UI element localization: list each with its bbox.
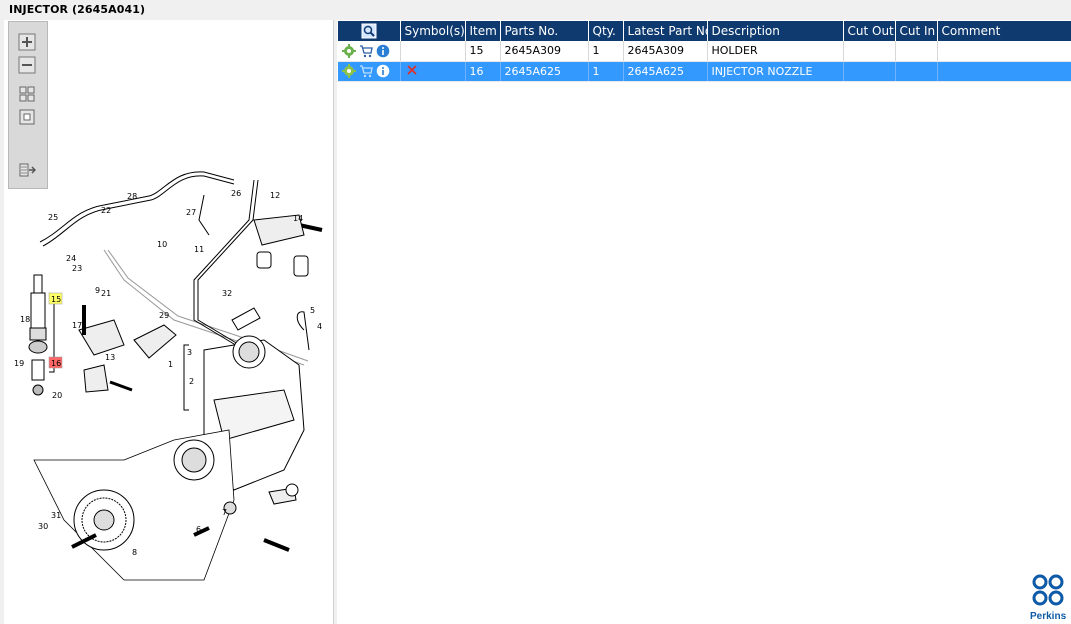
callout-25: 25 [48,213,58,222]
row-description: HOLDER [707,41,844,62]
row-part-no: 2645A309 [500,41,589,62]
callout-10: 10 [157,240,167,249]
plus-icon [18,33,36,51]
row-part-no: 2645A625 [500,61,589,82]
gear-icon[interactable] [342,43,356,58]
callout-26: 26 [231,189,241,198]
grid-icon [19,86,35,102]
callout-5: 5 [310,306,315,315]
row-comment [937,61,1071,82]
column-header-symbols[interactable]: Symbol(s) [400,21,466,41]
row-cut-in [895,61,938,82]
column-header-description[interactable]: Description [707,21,844,41]
callout-22: 22 [101,206,111,215]
row-cut-in [895,41,938,62]
callout-15: 15 [51,295,61,304]
row-cut-out [843,41,896,62]
column-header-latest-part-no[interactable]: Latest Part No. [623,21,708,41]
callout-32: 32 [222,289,232,298]
title-bar: INJECTOR (2645A041) [0,0,1071,20]
callout-2: 2 [189,377,194,386]
callout-7: 7 [222,508,227,517]
zoom-in-button[interactable] [16,32,38,52]
callout-11: 11 [194,245,204,254]
row-symbols [400,41,466,62]
column-header-cut-out[interactable]: Cut Out [843,21,896,41]
table-header-row: Symbol(s) Item Parts No. Qty. Latest Par… [338,21,1071,41]
cart-icon[interactable] [359,64,373,78]
row-qty: 1 [588,61,624,82]
row-symbols [400,61,466,82]
row-latest-part-no: 2645A625 [623,61,708,82]
info-icon[interactable] [376,64,390,78]
gear-icon[interactable] [342,64,356,78]
export-icon [19,163,36,177]
callout-4: 4 [317,322,322,331]
callout-31: 31 [51,511,61,520]
callout-13: 13 [105,353,115,362]
parts-list-pane: Symbol(s) Item Parts No. Qty. Latest Par… [337,20,1071,624]
row-cut-out [843,61,896,82]
callout-24: 24 [66,254,76,263]
callout-23: 23 [72,264,82,273]
window-title: INJECTOR (2645A041) [9,3,146,16]
callout-21: 21 [101,289,111,298]
info-icon[interactable] [376,44,390,58]
row-qty: 1 [588,41,624,62]
column-header-search[interactable] [338,21,401,41]
diagram-pane[interactable]: 28 26 12 25 22 27 14 24 10 23 11 9 21 32… [4,20,334,624]
row-item: 15 [465,41,501,62]
callout-8: 8 [132,548,137,557]
column-header-comment[interactable]: Comment [937,21,1071,41]
zoom-toolbar [8,21,48,189]
row-item: 16 [465,61,501,82]
callout-15-highlight [48,292,63,305]
exploded-parts-diagram: 28 26 12 25 22 27 14 24 10 23 11 9 21 32… [14,171,323,581]
callout-30: 30 [38,522,48,531]
row-comment [937,41,1071,62]
callout-18: 18 [20,315,30,324]
callout-29: 29 [159,311,169,320]
parts-table: Symbol(s) Item Parts No. Qty. Latest Par… [338,21,1071,82]
row-description: INJECTOR NOZZLE [707,61,844,82]
row-latest-part-no: 2645A309 [623,41,708,62]
fit-all-button[interactable] [16,84,38,104]
column-header-qty[interactable]: Qty. [588,21,624,41]
callout-16: 16 [51,359,61,368]
callout-20: 20 [52,391,62,400]
callout-3: 3 [187,348,192,357]
export-button[interactable] [16,160,38,180]
callout-16-highlight [48,356,63,369]
callout-12: 12 [270,191,280,200]
table-row[interactable]: 15 2645A309 1 2645A309 HOLDER [338,41,1071,62]
callout-1: 1 [168,360,173,369]
actual-size-button[interactable] [16,107,38,127]
callout-28: 28 [127,192,137,201]
zoom-out-button[interactable] [16,55,38,75]
callout-27: 27 [186,208,196,217]
brand-name: Perkins [1030,611,1067,622]
callout-19: 19 [14,359,24,368]
perkins-logo-mark [1032,574,1064,606]
square-icon [19,109,35,125]
minus-icon [18,56,36,74]
perkins-logo: Perkins [1028,574,1070,624]
row-action-icons [338,61,401,82]
close-icon [406,64,417,75]
callout-14: 14 [293,214,303,223]
row-action-icons [338,41,401,62]
column-header-item[interactable]: Item [465,21,501,41]
table-row-selected[interactable]: 16 2645A625 1 2645A625 INJECTOR NOZZLE [338,61,1071,82]
callout-6: 6 [196,525,201,534]
column-header-cut-in[interactable]: Cut In [895,21,938,41]
search-icon [361,23,377,39]
callout-17: 17 [72,321,82,330]
column-header-parts-no[interactable]: Parts No. [500,21,589,41]
cart-icon[interactable] [359,44,373,58]
callout-9: 9 [95,286,100,295]
